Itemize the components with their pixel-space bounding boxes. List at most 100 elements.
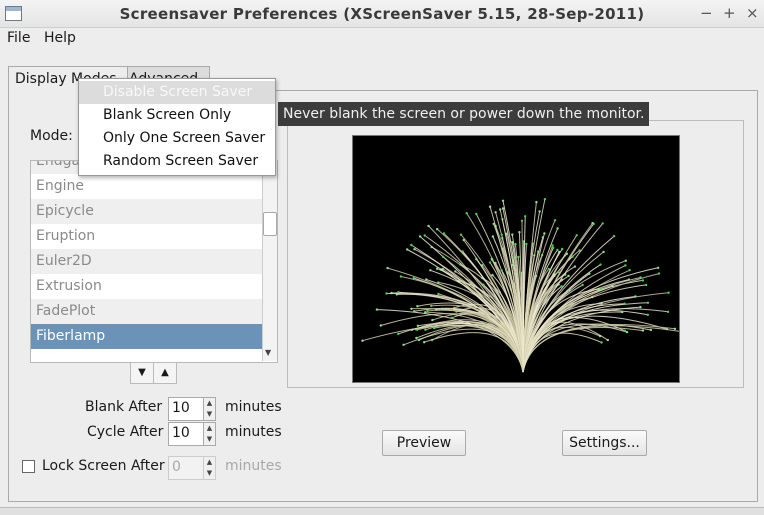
previous-saver-button[interactable]: ▼ [130,362,154,384]
fiber-tip [644,283,648,287]
fiber-tip [667,291,670,294]
preview-button[interactable]: Preview [382,430,466,456]
list-item[interactable]: Extrusion [31,274,264,299]
fiber-tip [429,269,432,272]
fiber-tip [397,291,400,294]
fiber-tip [656,266,660,269]
maximize-button[interactable]: + [723,4,736,22]
fiber-tip [469,281,473,285]
option-blank-screen-only[interactable]: Blank Screen Only [79,104,275,127]
spinner-arrows-icon[interactable]: ▲ ▼ [203,423,215,445]
spinner-arrows-icon[interactable]: ▲ ▼ [203,398,215,420]
blank-after-label: Blank After [85,399,163,415]
menu-bar [0,27,764,51]
fiber-tip [514,242,517,246]
fiber-tip [488,261,492,264]
fiber-tip [567,274,570,278]
option-only-one-screen-saver[interactable]: Only One Screen Saver [79,127,275,150]
fiber-tip [624,259,627,262]
fiber-tip [425,278,428,281]
list-item[interactable]: Engine [31,174,264,199]
saver-list[interactable]: Endgame Engine Epicycle Eruption Euler2D… [30,160,278,363]
fiber-tip [634,295,637,298]
fiber-tip [416,324,420,327]
fiber-tip [442,232,446,235]
lock-screen-checkbox[interactable] [22,460,35,473]
spinner-arrows-icon[interactable]: ▲ ▼ [203,457,215,479]
fiber-tip [385,292,388,295]
arrow-down-icon: ▼ [138,367,146,378]
cycle-after-unit: minutes [225,424,282,440]
fiber-tip [556,248,559,252]
fiber-tip [517,255,520,259]
fiber-tip [543,198,547,201]
fiber-tip [430,304,433,308]
list-scrollbar[interactable] [262,160,277,361]
fiber-tip [543,232,546,235]
fiber-tip [627,278,631,281]
menu-help[interactable]: Help [44,30,76,46]
fiber-tip [413,310,416,313]
option-disable-screen-saver[interactable]: Disable Screen Saver [79,81,275,104]
list-item[interactable]: Euler2D [31,249,264,274]
fiber-tip [436,227,439,231]
fiber-tip [501,199,505,202]
lock-screen-unit: minutes [225,458,282,474]
fiber-tip [426,309,429,313]
lock-screen-label: Lock Screen After [42,458,165,474]
fiber-tip [500,269,503,272]
fiber-tip [571,255,574,258]
fiber-tip [551,244,554,247]
fiber-tip [606,338,609,342]
fiber-tip [525,242,528,246]
fiber-tip [431,318,434,322]
fiber-tip [450,316,453,319]
settings-button[interactable]: Settings... [562,430,647,456]
fiber-tip [649,328,653,332]
fiber-tip [623,302,626,305]
fiber-tip [416,305,419,308]
minimize-button[interactable]: − [700,4,713,22]
fiber-tip [500,233,503,236]
next-saver-button[interactable]: ▲ [153,362,177,384]
menu-file[interactable]: File [7,30,30,46]
fiber-tip [440,307,444,310]
cycle-after-spinner[interactable]: 10 ▲ ▼ [168,422,216,446]
fiber-tip [481,264,484,267]
mode-label: Mode: [30,128,73,144]
fiber-tip [561,247,564,251]
cycle-after-value[interactable]: 10 [172,425,190,441]
fiber-tip [641,329,645,332]
fiber-tip [625,330,629,334]
blank-after-value[interactable]: 10 [172,400,190,416]
list-item[interactable]: Epicycle [31,199,264,224]
fiber-tip [524,215,527,218]
list-item[interactable]: FadePlot [31,299,264,324]
fiber-tip [465,212,468,215]
list-item[interactable]: Eruption [31,224,264,249]
fiber-strand [522,273,660,373]
fiber-tip [397,332,400,336]
fiber-tip [575,234,578,237]
fiber-tip [410,243,413,247]
fiber-tip [573,265,577,268]
option-random-screen-saver[interactable]: Random Screen Saver [79,150,275,173]
lock-screen-spinner[interactable]: 0 ▲ ▼ [168,456,216,480]
fiber-tip [612,234,616,238]
fiber-tip [535,200,538,204]
fiber-tip [379,324,382,327]
close-button[interactable]: × [746,4,759,22]
tooltip: Never blank the screen or power down the… [278,102,650,126]
fiber-tip [599,263,602,266]
fiber-tip [641,279,645,282]
fiber-tip [639,305,642,309]
fiber-tip [417,338,421,342]
list-item-selected[interactable]: Fiberlamp [31,324,264,349]
fiber-tip [556,227,559,230]
scroll-down-icon[interactable]: ▼ [265,348,271,357]
lock-screen-value[interactable]: 0 [172,459,181,475]
scrollbar-thumb[interactable] [263,212,277,236]
fiber-tip [424,328,427,331]
blank-after-spinner[interactable]: 10 ▲ ▼ [168,397,216,421]
fiber-tip [511,233,514,236]
